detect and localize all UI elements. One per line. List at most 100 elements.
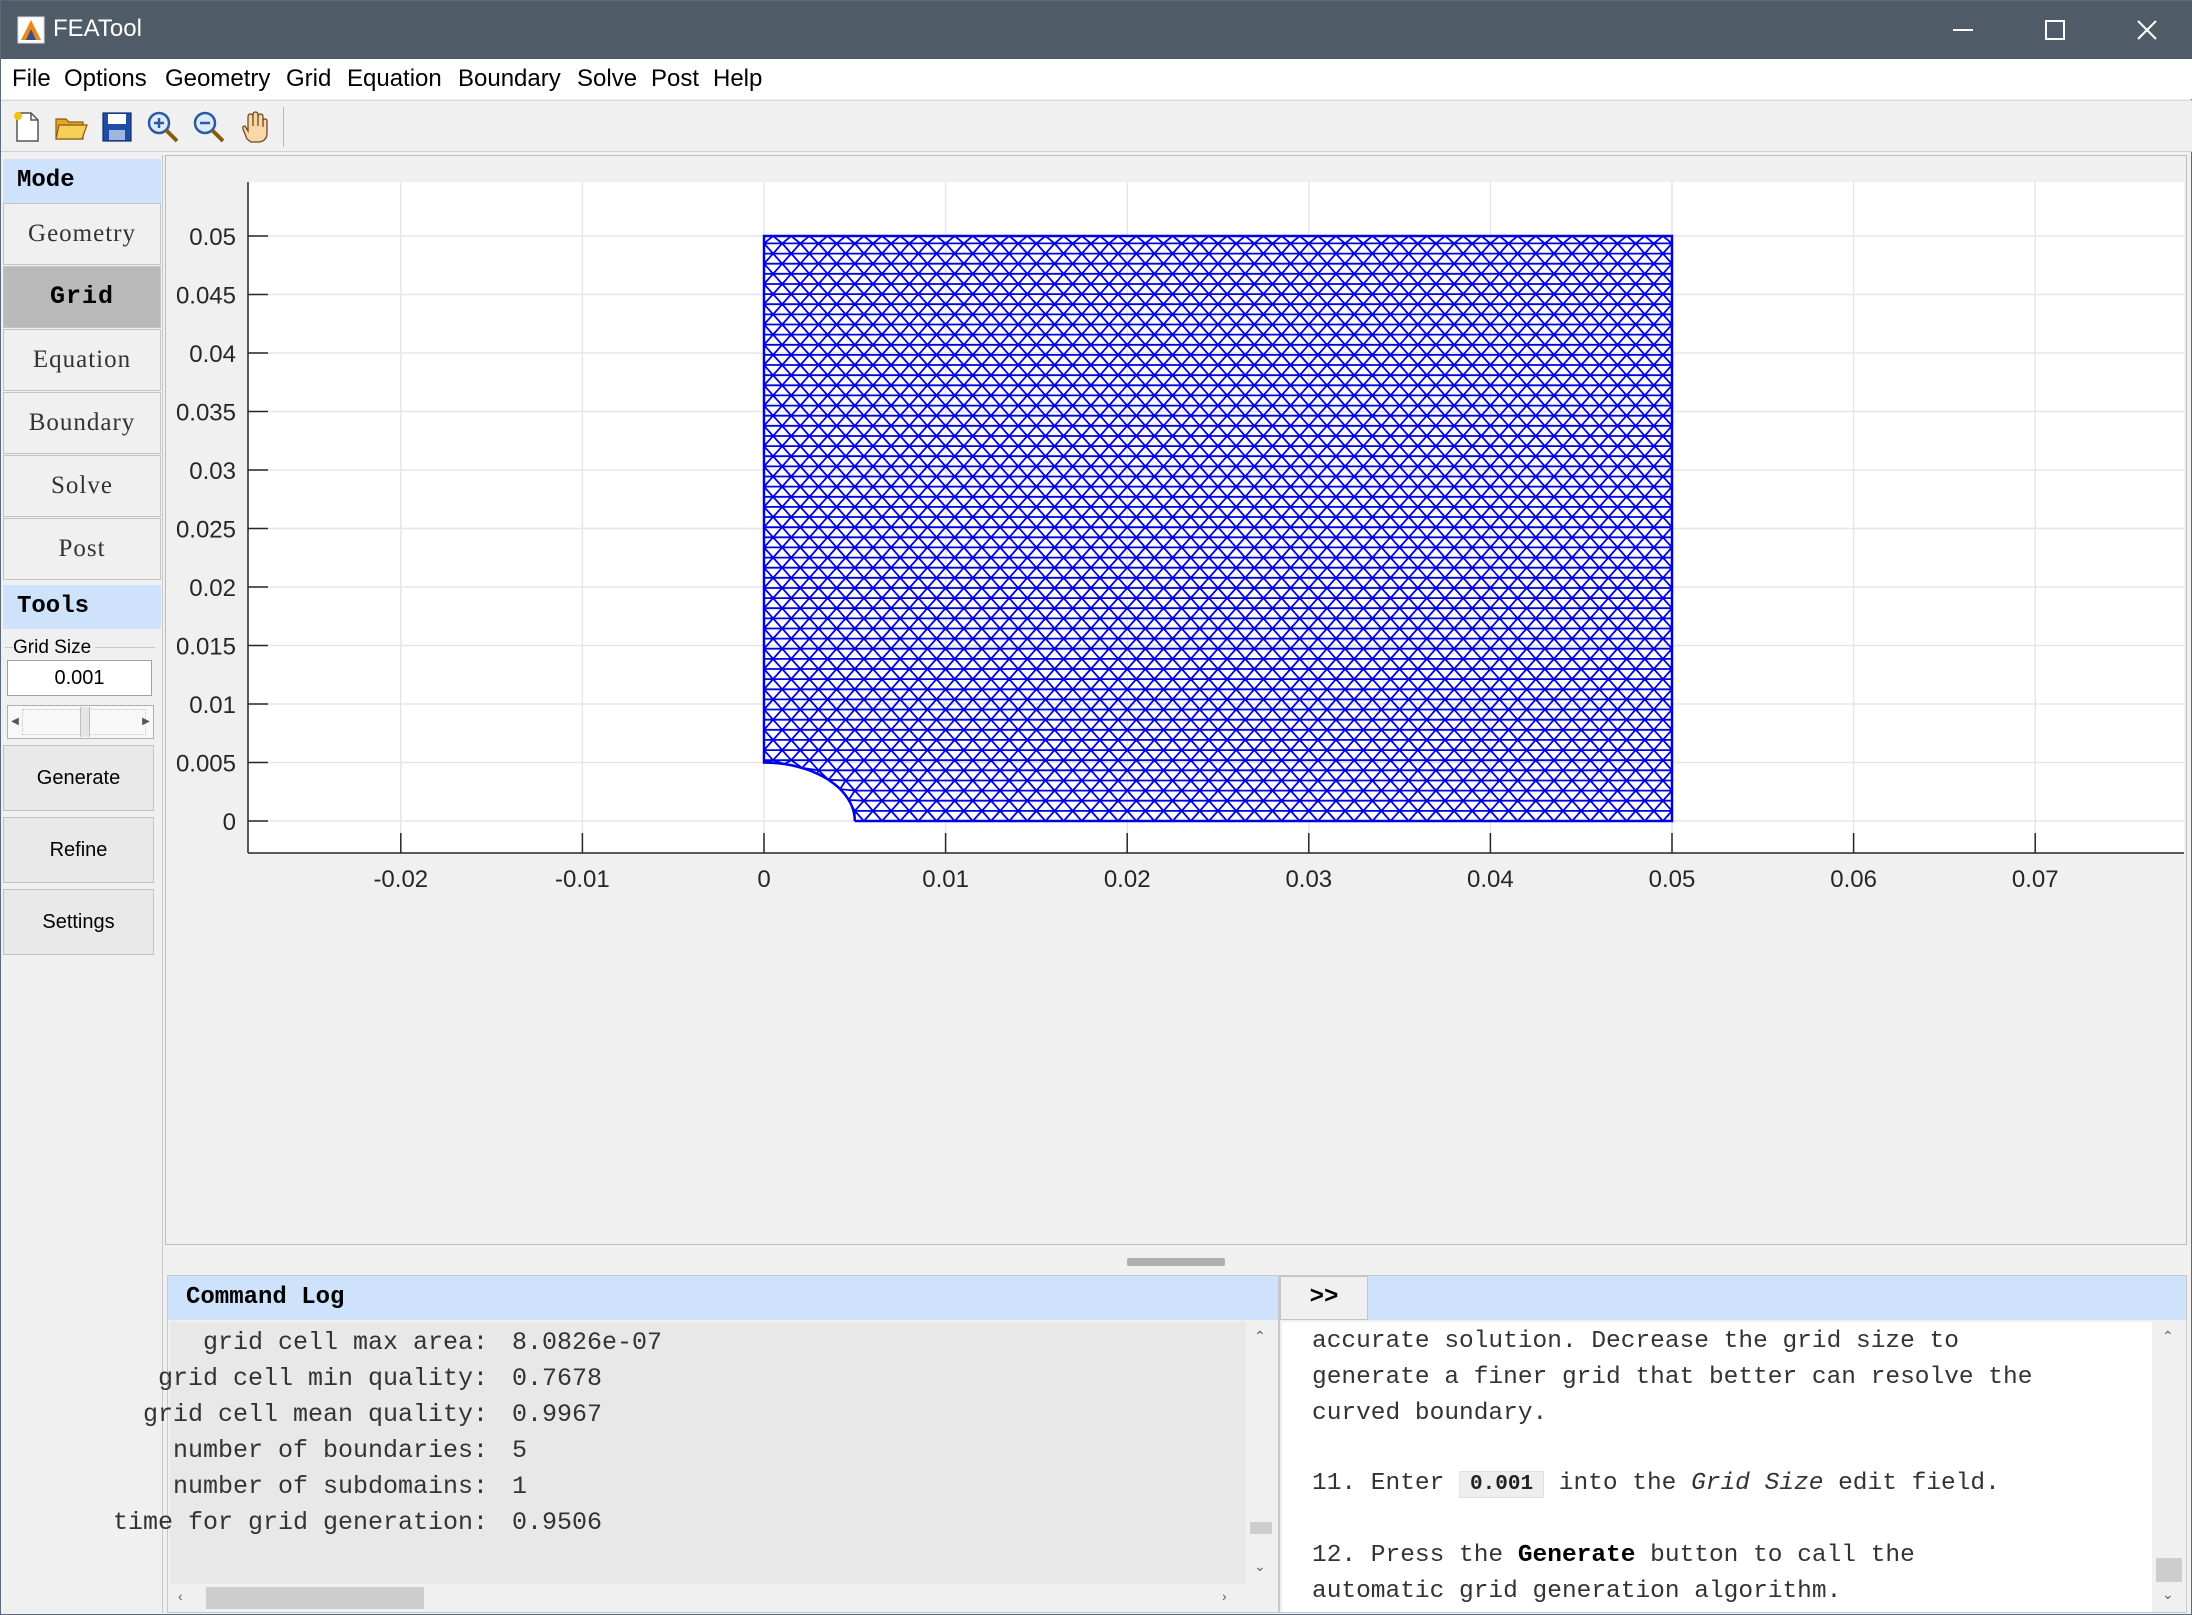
log-line-value: 0.7678 (512, 1364, 603, 1393)
log-line-value: 0.9967 (512, 1400, 603, 1429)
scroll-up-icon[interactable]: ⌃ (2162, 1328, 2174, 1345)
mode-grid-button[interactable]: Grid (3, 266, 161, 328)
slider-thumb[interactable] (79, 707, 90, 737)
generate-button[interactable]: Generate (3, 745, 154, 811)
open-folder-icon[interactable] (53, 109, 89, 145)
slider-left-arrow-icon[interactable]: ◀ (8, 706, 22, 738)
grid-plot[interactable]: -0.02 -0.01 0 0.01 0.02 0.03 0.04 0.05 0.06 0.07 … (166, 156, 2186, 1244)
step-11-mid: into the (1558, 1470, 1677, 1497)
pan-hand-icon[interactable] (237, 109, 273, 145)
y-tick-label: 0.015 (176, 634, 236, 661)
y-tick-label: 0.02 (189, 575, 236, 602)
grid-size-emphasis: Grid Size (1691, 1470, 1824, 1497)
log-line-label: grid cell max area: (202, 1328, 488, 1357)
refine-button[interactable]: Refine (3, 817, 154, 883)
x-tick-label: 0.01 (922, 866, 969, 893)
mode-solve-button[interactable]: Solve (3, 455, 161, 517)
log-line-value: 8.0826e-07 (512, 1328, 663, 1357)
grid-size-slider[interactable]: ◀ ▶ (7, 705, 154, 739)
log-line: grid cell mean quality: 0.9967 (143, 1400, 1246, 1436)
log-line: grid cell min quality: 0.7678 (158, 1364, 1246, 1400)
tutorial-vertical-scrollbar[interactable]: ⌃ ⌄ (2152, 1322, 2186, 1612)
menu-post[interactable]: Post (651, 65, 699, 93)
expand-button[interactable]: >> (1280, 1276, 1368, 1320)
tutorial-text: accurate solution. Decrease the grid siz… (1282, 1322, 2152, 1612)
log-line: number of subdomains: 1 (170, 1472, 1246, 1508)
close-button[interactable] (2101, 1, 2192, 59)
grid-size-code: 0.001 (1459, 1471, 1545, 1498)
scroll-thumb[interactable] (2156, 1558, 2182, 1582)
menu-help[interactable]: Help (713, 65, 762, 93)
x-tick-label: 0.02 (1104, 866, 1151, 893)
tutorial-header: >> (1280, 1276, 2186, 1320)
menu-bar: File Options Geometry Grid Equation Boun… (1, 59, 2192, 99)
featool-logo-icon (17, 16, 45, 44)
menu-file[interactable]: File (12, 65, 51, 93)
menu-options[interactable]: Options (64, 65, 147, 93)
log-line-value: 0.9506 (512, 1508, 603, 1537)
minimize-button[interactable] (1917, 1, 2009, 59)
menu-solve[interactable]: Solve (577, 65, 637, 93)
tools-header: Tools (3, 585, 161, 629)
command-log-panel: Command Log grid cell max area: 8.0826e-0… (113, 1275, 1279, 1613)
tutorial-line: accurate solution. Decrease the grid siz… (1312, 1328, 1959, 1355)
panel-splitter[interactable] (165, 1249, 2187, 1275)
zoom-in-icon[interactable] (145, 109, 181, 145)
command-log-text: grid cell max area: 8.0826e-07 grid cell … (113, 1322, 1246, 1584)
log-line-value: 1 (512, 1472, 528, 1501)
y-tick-label: 0.025 (176, 517, 236, 544)
scroll-down-icon[interactable]: ⌄ (1254, 1558, 1266, 1575)
x-tick-label: -0.01 (555, 866, 610, 893)
grid-size-label: Grid Size (13, 637, 96, 659)
tutorial-line: curved boundary. (1312, 1400, 1548, 1427)
y-tick-label: 0.03 (189, 458, 236, 485)
generate-bold: Generate (1517, 1542, 1636, 1569)
log-line: grid cell max area: 8.0826e-07 (170, 1328, 1246, 1364)
log-line-label: grid cell mean quality: (142, 1400, 488, 1429)
x-tick-label: -0.02 (373, 866, 428, 893)
x-tick-label: 0.05 (1649, 866, 1696, 893)
maximize-button[interactable] (2009, 1, 2101, 59)
menu-geometry[interactable]: Geometry (165, 65, 270, 93)
scroll-right-icon[interactable]: › (1222, 1588, 1227, 1604)
scroll-left-icon[interactable]: ‹ (178, 1588, 183, 1604)
scroll-up-icon[interactable]: ⌃ (1254, 1328, 1266, 1345)
log-horizontal-scrollbar[interactable]: ‹ › (170, 1584, 1246, 1612)
save-icon[interactable] (99, 109, 135, 145)
y-tick-label: 0.035 (176, 400, 236, 427)
grid-size-input[interactable]: 0.001 (7, 660, 152, 696)
step-11-suffix: edit field. (1838, 1470, 2000, 1497)
scroll-thumb[interactable] (206, 1587, 424, 1609)
featool-window: FEATool File Options Geometry Grid Equat… (0, 0, 2192, 1615)
log-vertical-scrollbar[interactable]: ⌃ ⌄ (1246, 1322, 1276, 1584)
zoom-out-icon[interactable] (191, 109, 227, 145)
step-12-prefix: 12. Press the (1312, 1542, 1504, 1569)
slider-right-arrow-icon[interactable]: ▶ (139, 706, 153, 738)
tutorial-panel: >> accurate solution. Decrease the grid … (1279, 1275, 2187, 1613)
title-bar: FEATool (1, 1, 2192, 59)
x-tick-label: 0.07 (2012, 866, 2059, 893)
tutorial-line: automatic grid generation algorithm. (1312, 1578, 1842, 1605)
menu-grid[interactable]: Grid (286, 65, 331, 93)
x-tick-label: 0.03 (1285, 866, 1332, 893)
settings-button[interactable]: Settings (3, 889, 154, 955)
new-file-icon[interactable] (9, 109, 45, 145)
mode-boundary-button[interactable]: Boundary (3, 392, 161, 454)
splitter-grip[interactable] (1127, 1258, 1225, 1266)
toolbar (1, 100, 2192, 152)
scroll-thumb[interactable] (1250, 1522, 1272, 1534)
log-line-label: grid cell min quality: (157, 1364, 488, 1393)
mode-equation-button[interactable]: Equation (3, 329, 161, 391)
log-line-value: 5 (512, 1436, 528, 1465)
step-11-prefix: 11. Enter (1312, 1470, 1445, 1497)
sidebar: Mode Geometry Grid Equation Boundary Sol… (1, 155, 163, 1613)
log-line: number of boundaries: 5 (170, 1436, 1246, 1472)
mode-geometry-button[interactable]: Geometry (3, 203, 161, 265)
log-line-label: number of boundaries: (172, 1436, 488, 1465)
menu-equation[interactable]: Equation (347, 65, 442, 93)
mode-post-button[interactable]: Post (3, 518, 161, 580)
log-line-label: time for grid generation: (112, 1508, 488, 1537)
log-line-label: number of subdomains: (172, 1472, 488, 1501)
menu-boundary[interactable]: Boundary (458, 65, 561, 93)
scroll-down-icon[interactable]: ⌄ (2162, 1586, 2174, 1603)
